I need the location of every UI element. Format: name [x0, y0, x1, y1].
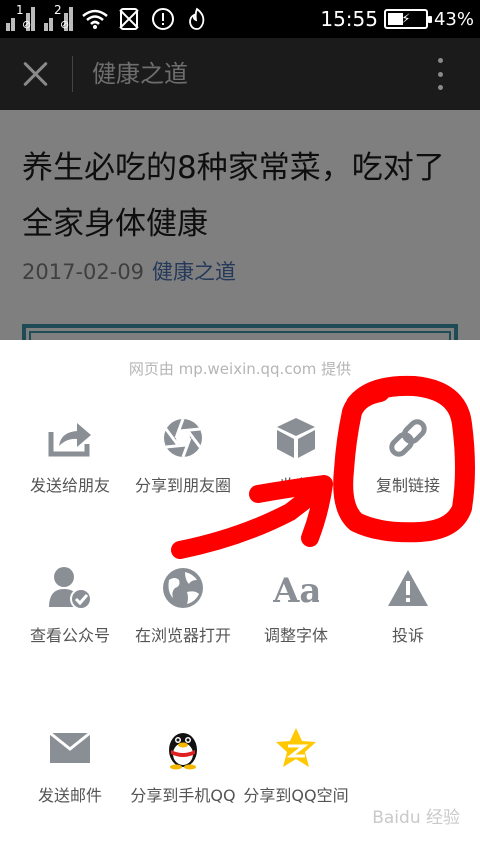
article-meta: 2017-02-09 健康之道: [22, 256, 236, 286]
share-to-qzone-button[interactable]: 分享到QQ空间: [236, 724, 356, 805]
moments-aperture-icon: [159, 414, 207, 462]
share-item-label: 收藏: [279, 476, 312, 495]
share-to-moments-button[interactable]: 分享到朋友圈: [123, 414, 243, 495]
share-item-label: 发送给朋友: [29, 476, 110, 495]
font-size-icon: Aa: [272, 564, 320, 612]
no-sim-icon: [116, 6, 142, 32]
provider-notice: 网页由 mp.weixin.qq.com 提供: [128, 360, 352, 378]
appbar-divider: [72, 56, 73, 92]
signal-icon: 2 ⊘: [44, 3, 74, 31]
share-item-label: 分享到手机QQ: [130, 786, 236, 805]
alert-icon: [150, 6, 176, 32]
battery-percent: 43%: [433, 8, 474, 30]
link-icon: [384, 414, 432, 462]
article-title: 养生必吃的8种家常菜，吃对了全家身体健康: [22, 150, 445, 242]
share-sheet: 网页由 mp.weixin.qq.com 提供 发送给朋友 分享到朋友圈 收藏 …: [0, 340, 480, 854]
watermark: Baidu 经验: [372, 808, 460, 828]
send-to-friend-button[interactable]: 发送给朋友: [10, 414, 130, 495]
sim-1-label: 1: [16, 3, 24, 17]
more-vert-icon[interactable]: [438, 58, 444, 90]
qzone-star-icon: [272, 724, 320, 772]
article-content: 养生必吃的8种家常菜，吃对了全家身体健康 2017-02-09 健康之道: [0, 110, 480, 354]
clock: 15:55: [320, 7, 378, 31]
copy-link-button[interactable]: 复制链接: [348, 414, 468, 495]
favorite-button[interactable]: 收藏: [236, 414, 356, 495]
app-bar: 健康之道: [0, 38, 480, 110]
mail-icon: [46, 724, 94, 772]
page-title: 健康之道: [92, 60, 188, 88]
warning-icon: [384, 564, 432, 612]
article-author[interactable]: 健康之道: [152, 260, 236, 284]
wifi-icon: [82, 6, 108, 32]
sim-2-label: 2: [54, 3, 62, 17]
share-to-qq-button[interactable]: 分享到手机QQ: [123, 724, 243, 805]
status-right: 15:55 ⚡ 43%: [320, 6, 474, 32]
official-account-icon: [46, 564, 94, 612]
share-item-label: 投诉: [391, 626, 424, 645]
favorite-cube-icon: [272, 414, 320, 462]
open-in-browser-button[interactable]: 在浏览器打开: [123, 564, 243, 645]
share-item-label: 复制链接: [375, 476, 440, 495]
qq-penguin-icon: [159, 724, 207, 772]
report-button[interactable]: 投诉: [348, 564, 468, 645]
globe-icon: [159, 564, 207, 612]
send-email-button[interactable]: 发送邮件: [10, 724, 130, 805]
share-item-label: 分享到朋友圈: [134, 476, 231, 495]
share-item-label: 在浏览器打开: [134, 626, 231, 645]
share-forward-icon: [46, 414, 94, 462]
view-official-account-button[interactable]: 查看公众号: [10, 564, 130, 645]
signal-icon: 1 ⊘: [6, 3, 36, 31]
share-item-label: 调整字体: [263, 626, 328, 645]
share-item-label: 分享到QQ空间: [243, 786, 349, 805]
battery-charging-icon: ⚡: [383, 9, 432, 29]
close-icon[interactable]: [20, 58, 52, 90]
share-item-label: 查看公众号: [29, 626, 110, 645]
adjust-font-button[interactable]: Aa 调整字体: [236, 564, 356, 645]
share-item-label: 发送邮件: [37, 786, 102, 805]
svg-text:Aa: Aa: [273, 571, 319, 608]
article-date: 2017-02-09: [22, 260, 145, 284]
status-bar: 1 ⊘ 2 ⊘ 15:55 ⚡ 43%: [0, 0, 480, 38]
app-notification-icon: [184, 6, 210, 32]
status-left: 1 ⊘ 2 ⊘: [6, 3, 210, 32]
